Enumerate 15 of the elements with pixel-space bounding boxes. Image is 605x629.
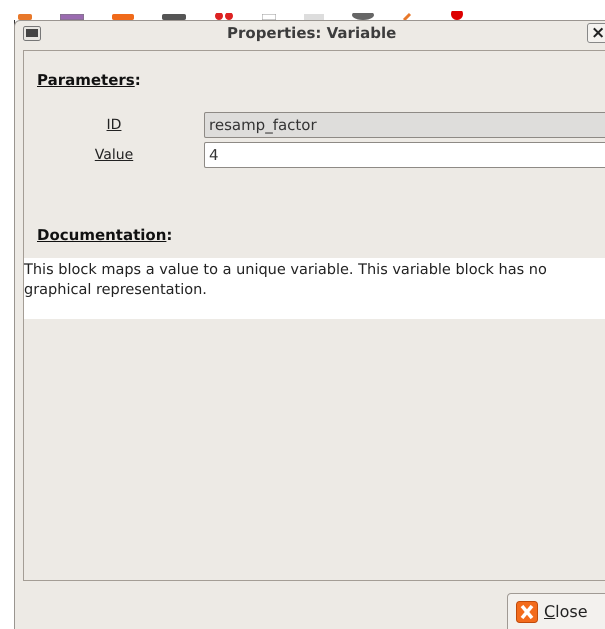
close-icon xyxy=(516,600,538,622)
toolbar-icon[interactable] xyxy=(162,14,186,20)
close-button[interactable]: × xyxy=(587,23,605,43)
field-label: Value xyxy=(94,146,134,163)
documentation-text: This block maps a value to a unique variable. This variable block has no graphical representation. xyxy=(24,258,605,319)
section-heading: Documentation: xyxy=(37,226,174,244)
window-menu-icon[interactable] xyxy=(23,26,41,41)
close-button[interactable]: Close xyxy=(507,593,605,629)
toolbar-icon[interactable] xyxy=(214,13,234,20)
section-heading: Parameters: xyxy=(37,70,142,89)
toolbar-icon[interactable] xyxy=(352,13,374,20)
toolbar-icon[interactable] xyxy=(450,11,464,20)
window-title: Properties: Variable xyxy=(227,24,396,42)
field-label: ID xyxy=(106,116,122,133)
text-field[interactable]: 4 xyxy=(204,142,605,168)
